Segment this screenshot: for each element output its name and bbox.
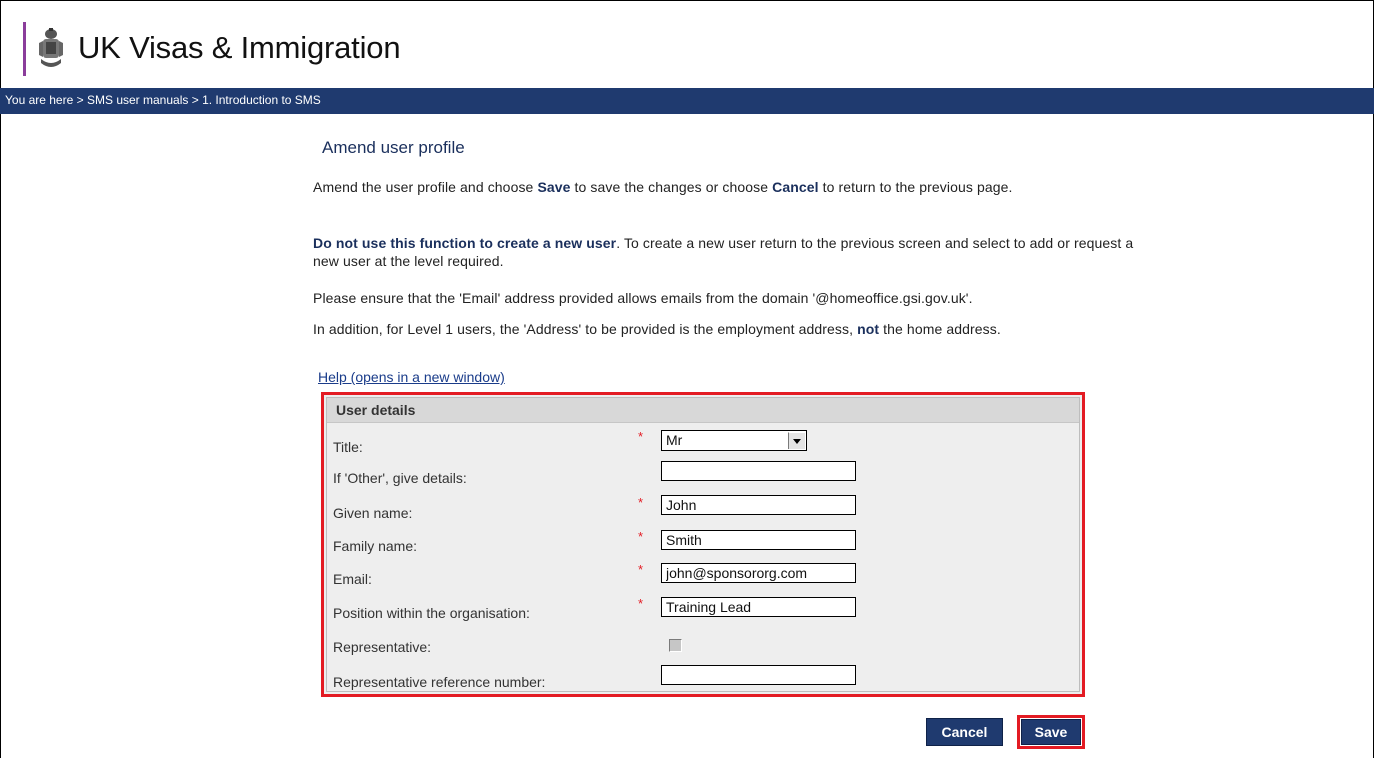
- title-select[interactable]: Mr: [661, 430, 807, 451]
- given-name-label: Given name:: [333, 505, 413, 521]
- breadcrumb-item-introduction[interactable]: 1. Introduction to SMS: [202, 93, 321, 107]
- email-note: Please ensure that the 'Email' address p…: [313, 290, 973, 306]
- breadcrumb: You are here > SMS user manuals > 1. Int…: [5, 93, 321, 107]
- intro-text: Amend the user profile and choose: [313, 179, 538, 195]
- title-label: Title:: [333, 439, 363, 455]
- representative-label: Representative:: [333, 639, 432, 655]
- page-title: Amend user profile: [322, 138, 465, 157]
- email-field[interactable]: [661, 563, 856, 583]
- address-note-bold: not: [857, 321, 880, 337]
- warning-paragraph: Do not use this function to create a new…: [313, 234, 1153, 270]
- position-field[interactable]: [661, 597, 856, 617]
- breadcrumb-separator: >: [76, 93, 84, 107]
- email-label: Email:: [333, 571, 372, 587]
- required-marker: *: [638, 562, 644, 577]
- chevron-down-icon[interactable]: [788, 432, 805, 449]
- required-marker: *: [638, 429, 644, 444]
- warning-bold: Do not use this function to create a new…: [313, 235, 617, 251]
- required-marker: *: [638, 529, 644, 544]
- address-note: In addition, for Level 1 users, the 'Add…: [313, 320, 1153, 338]
- cancel-button[interactable]: Cancel: [926, 718, 1003, 746]
- family-name-field[interactable]: [661, 530, 856, 550]
- brand-name: UK Visas & Immigration: [78, 30, 401, 65]
- address-note-text: In addition, for Level 1 users, the 'Add…: [313, 321, 858, 337]
- breadcrumb-bar: You are here > SMS user manuals > 1. Int…: [0, 88, 1374, 114]
- help-link[interactable]: Help (opens in a new window): [318, 369, 505, 385]
- given-name-field[interactable]: [661, 495, 856, 515]
- site-header: UK Visas & Immigration: [0, 0, 1377, 88]
- representative-checkbox[interactable]: [669, 639, 682, 652]
- position-label: Position within the organisation:: [333, 605, 530, 621]
- breadcrumb-separator: >: [191, 93, 199, 107]
- required-marker: *: [638, 495, 644, 510]
- family-name-label: Family name:: [333, 538, 418, 554]
- panel-title: User details: [336, 402, 416, 418]
- royal-crest-icon: [39, 28, 63, 67]
- intro-text: to return to the previous page.: [818, 179, 1013, 195]
- representative-reference-label: Representative reference number:: [333, 674, 546, 690]
- breadcrumb-prefix: You are here: [5, 93, 74, 107]
- title-select-value: Mr: [666, 432, 683, 448]
- intro-save-word: Save: [537, 179, 571, 195]
- intro-cancel-word: Cancel: [772, 179, 819, 195]
- panel-header: User details: [327, 398, 1079, 423]
- intro-text: to save the changes or choose: [570, 179, 773, 195]
- breadcrumb-item-sms-user-manuals[interactable]: SMS user manuals: [87, 93, 188, 107]
- intro-paragraph: Amend the user profile and choose Save t…: [313, 178, 1153, 196]
- other-details-field[interactable]: [661, 461, 856, 481]
- address-note-text: the home address.: [879, 321, 1001, 337]
- representative-reference-field[interactable]: [661, 665, 856, 685]
- other-details-label: If 'Other', give details:: [333, 470, 467, 486]
- required-marker: *: [638, 596, 644, 611]
- save-button[interactable]: Save: [1021, 719, 1081, 745]
- brand-accent-bar: [23, 22, 26, 76]
